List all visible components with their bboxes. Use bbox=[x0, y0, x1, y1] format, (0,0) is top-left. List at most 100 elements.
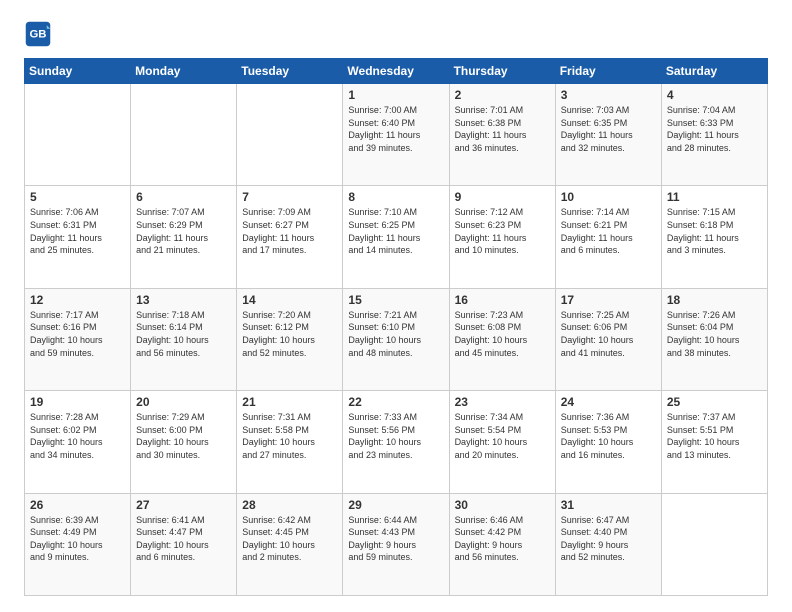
day-info: Sunrise: 7:29 AM Sunset: 6:00 PM Dayligh… bbox=[136, 411, 231, 461]
day-cell: 9 Sunrise: 7:12 AM Sunset: 6:23 PM Daylig… bbox=[449, 186, 555, 288]
day-info: Sunrise: 7:03 AM Sunset: 6:35 PM Dayligh… bbox=[561, 104, 656, 154]
day-number: 22 bbox=[348, 395, 443, 409]
day-cell: 3 Sunrise: 7:03 AM Sunset: 6:35 PM Daylig… bbox=[555, 84, 661, 186]
day-number: 6 bbox=[136, 190, 231, 204]
day-number: 16 bbox=[455, 293, 550, 307]
week-row-4: 26Sunrise: 6:39 AM Sunset: 4:49 PM Dayli… bbox=[25, 493, 768, 595]
day-number: 20 bbox=[136, 395, 231, 409]
day-cell: 12Sunrise: 7:17 AM Sunset: 6:16 PM Dayli… bbox=[25, 288, 131, 390]
day-cell: 30Sunrise: 6:46 AM Sunset: 4:42 PM Dayli… bbox=[449, 493, 555, 595]
day-info: Sunrise: 7:23 AM Sunset: 6:08 PM Dayligh… bbox=[455, 309, 550, 359]
weekday-wednesday: Wednesday bbox=[343, 59, 449, 84]
day-cell: 27 Sunrise: 6:41 AM Sunset: 4:47 PM Dayli… bbox=[131, 493, 237, 595]
day-number: 17 bbox=[561, 293, 656, 307]
day-cell bbox=[131, 84, 237, 186]
weekday-sunday: Sunday bbox=[25, 59, 131, 84]
day-number: 19 bbox=[30, 395, 125, 409]
day-info: Sunrise: 7:28 AM Sunset: 6:02 PM Dayligh… bbox=[30, 411, 125, 461]
day-cell: 18 Sunrise: 7:26 AM Sunset: 6:04 PM Dayli… bbox=[661, 288, 767, 390]
day-cell bbox=[661, 493, 767, 595]
day-number: 5 bbox=[30, 190, 125, 204]
logo-icon: GB bbox=[24, 20, 52, 48]
header: GB bbox=[24, 20, 768, 48]
day-number: 21 bbox=[242, 395, 337, 409]
day-info: Sunrise: 7:26 AM Sunset: 6:04 PM Dayligh… bbox=[667, 309, 762, 359]
day-number: 30 bbox=[455, 498, 550, 512]
day-number: 3 bbox=[561, 88, 656, 102]
day-cell: 24 Sunrise: 7:36 AM Sunset: 5:53 PM Dayli… bbox=[555, 391, 661, 493]
logo: GB bbox=[24, 20, 56, 48]
day-info: Sunrise: 7:07 AM Sunset: 6:29 PM Dayligh… bbox=[136, 206, 231, 256]
day-info: Sunrise: 6:42 AM Sunset: 4:45 PM Dayligh… bbox=[242, 514, 337, 564]
weekday-friday: Friday bbox=[555, 59, 661, 84]
day-cell: 15 Sunrise: 7:21 AM Sunset: 6:10 PM Dayli… bbox=[343, 288, 449, 390]
day-cell bbox=[25, 84, 131, 186]
day-cell: 13 Sunrise: 7:18 AM Sunset: 6:14 PM Dayli… bbox=[131, 288, 237, 390]
day-number: 25 bbox=[667, 395, 762, 409]
day-info: Sunrise: 7:12 AM Sunset: 6:23 PM Dayligh… bbox=[455, 206, 550, 256]
day-cell: 29 Sunrise: 6:44 AM Sunset: 4:43 PM Dayli… bbox=[343, 493, 449, 595]
day-cell: 1Sunrise: 7:00 AM Sunset: 6:40 PM Daylig… bbox=[343, 84, 449, 186]
day-cell: 11Sunrise: 7:15 AM Sunset: 6:18 PM Dayli… bbox=[661, 186, 767, 288]
day-cell: 8Sunrise: 7:10 AM Sunset: 6:25 PM Daylig… bbox=[343, 186, 449, 288]
day-info: Sunrise: 7:31 AM Sunset: 5:58 PM Dayligh… bbox=[242, 411, 337, 461]
day-number: 9 bbox=[455, 190, 550, 204]
day-info: Sunrise: 7:14 AM Sunset: 6:21 PM Dayligh… bbox=[561, 206, 656, 256]
day-number: 11 bbox=[667, 190, 762, 204]
day-info: Sunrise: 7:06 AM Sunset: 6:31 PM Dayligh… bbox=[30, 206, 125, 256]
day-info: Sunrise: 6:44 AM Sunset: 4:43 PM Dayligh… bbox=[348, 514, 443, 564]
day-info: Sunrise: 6:41 AM Sunset: 4:47 PM Dayligh… bbox=[136, 514, 231, 564]
day-cell: 5 Sunrise: 7:06 AM Sunset: 6:31 PM Daylig… bbox=[25, 186, 131, 288]
day-number: 29 bbox=[348, 498, 443, 512]
day-cell: 26Sunrise: 6:39 AM Sunset: 4:49 PM Dayli… bbox=[25, 493, 131, 595]
svg-text:GB: GB bbox=[29, 29, 46, 41]
day-number: 31 bbox=[561, 498, 656, 512]
day-cell: 21 Sunrise: 7:31 AM Sunset: 5:58 PM Dayli… bbox=[237, 391, 343, 493]
day-info: Sunrise: 7:18 AM Sunset: 6:14 PM Dayligh… bbox=[136, 309, 231, 359]
day-number: 14 bbox=[242, 293, 337, 307]
day-number: 2 bbox=[455, 88, 550, 102]
calendar-table: SundayMondayTuesdayWednesdayThursdayFrid… bbox=[24, 58, 768, 596]
day-number: 26 bbox=[30, 498, 125, 512]
day-cell: 20 Sunrise: 7:29 AM Sunset: 6:00 PM Dayli… bbox=[131, 391, 237, 493]
day-info: Sunrise: 7:21 AM Sunset: 6:10 PM Dayligh… bbox=[348, 309, 443, 359]
day-cell: 17 Sunrise: 7:25 AM Sunset: 6:06 PM Dayli… bbox=[555, 288, 661, 390]
day-info: Sunrise: 7:20 AM Sunset: 6:12 PM Dayligh… bbox=[242, 309, 337, 359]
day-cell bbox=[237, 84, 343, 186]
day-info: Sunrise: 7:17 AM Sunset: 6:16 PM Dayligh… bbox=[30, 309, 125, 359]
calendar-page: GB SundayMondayTuesdayWednesdayThursdayF… bbox=[0, 0, 792, 612]
day-cell: 10 Sunrise: 7:14 AM Sunset: 6:21 PM Dayli… bbox=[555, 186, 661, 288]
day-number: 24 bbox=[561, 395, 656, 409]
day-number: 7 bbox=[242, 190, 337, 204]
day-info: Sunrise: 7:00 AM Sunset: 6:40 PM Dayligh… bbox=[348, 104, 443, 154]
day-cell: 22Sunrise: 7:33 AM Sunset: 5:56 PM Dayli… bbox=[343, 391, 449, 493]
day-number: 27 bbox=[136, 498, 231, 512]
day-info: Sunrise: 7:01 AM Sunset: 6:38 PM Dayligh… bbox=[455, 104, 550, 154]
day-info: Sunrise: 6:47 AM Sunset: 4:40 PM Dayligh… bbox=[561, 514, 656, 564]
day-cell: 2 Sunrise: 7:01 AM Sunset: 6:38 PM Daylig… bbox=[449, 84, 555, 186]
day-number: 4 bbox=[667, 88, 762, 102]
week-row-1: 5 Sunrise: 7:06 AM Sunset: 6:31 PM Daylig… bbox=[25, 186, 768, 288]
week-row-3: 19 Sunrise: 7:28 AM Sunset: 6:02 PM Dayli… bbox=[25, 391, 768, 493]
day-info: Sunrise: 7:37 AM Sunset: 5:51 PM Dayligh… bbox=[667, 411, 762, 461]
weekday-thursday: Thursday bbox=[449, 59, 555, 84]
day-info: Sunrise: 7:25 AM Sunset: 6:06 PM Dayligh… bbox=[561, 309, 656, 359]
day-info: Sunrise: 7:36 AM Sunset: 5:53 PM Dayligh… bbox=[561, 411, 656, 461]
day-number: 28 bbox=[242, 498, 337, 512]
day-cell: 7 Sunrise: 7:09 AM Sunset: 6:27 PM Daylig… bbox=[237, 186, 343, 288]
day-number: 13 bbox=[136, 293, 231, 307]
day-number: 15 bbox=[348, 293, 443, 307]
weekday-monday: Monday bbox=[131, 59, 237, 84]
day-cell: 25 Sunrise: 7:37 AM Sunset: 5:51 PM Dayli… bbox=[661, 391, 767, 493]
day-info: Sunrise: 7:10 AM Sunset: 6:25 PM Dayligh… bbox=[348, 206, 443, 256]
day-cell: 31 Sunrise: 6:47 AM Sunset: 4:40 PM Dayli… bbox=[555, 493, 661, 595]
weekday-saturday: Saturday bbox=[661, 59, 767, 84]
day-info: Sunrise: 7:34 AM Sunset: 5:54 PM Dayligh… bbox=[455, 411, 550, 461]
day-number: 10 bbox=[561, 190, 656, 204]
week-row-0: 1Sunrise: 7:00 AM Sunset: 6:40 PM Daylig… bbox=[25, 84, 768, 186]
day-cell: 6 Sunrise: 7:07 AM Sunset: 6:29 PM Daylig… bbox=[131, 186, 237, 288]
day-number: 18 bbox=[667, 293, 762, 307]
day-info: Sunrise: 7:04 AM Sunset: 6:33 PM Dayligh… bbox=[667, 104, 762, 154]
day-number: 23 bbox=[455, 395, 550, 409]
day-info: Sunrise: 7:09 AM Sunset: 6:27 PM Dayligh… bbox=[242, 206, 337, 256]
